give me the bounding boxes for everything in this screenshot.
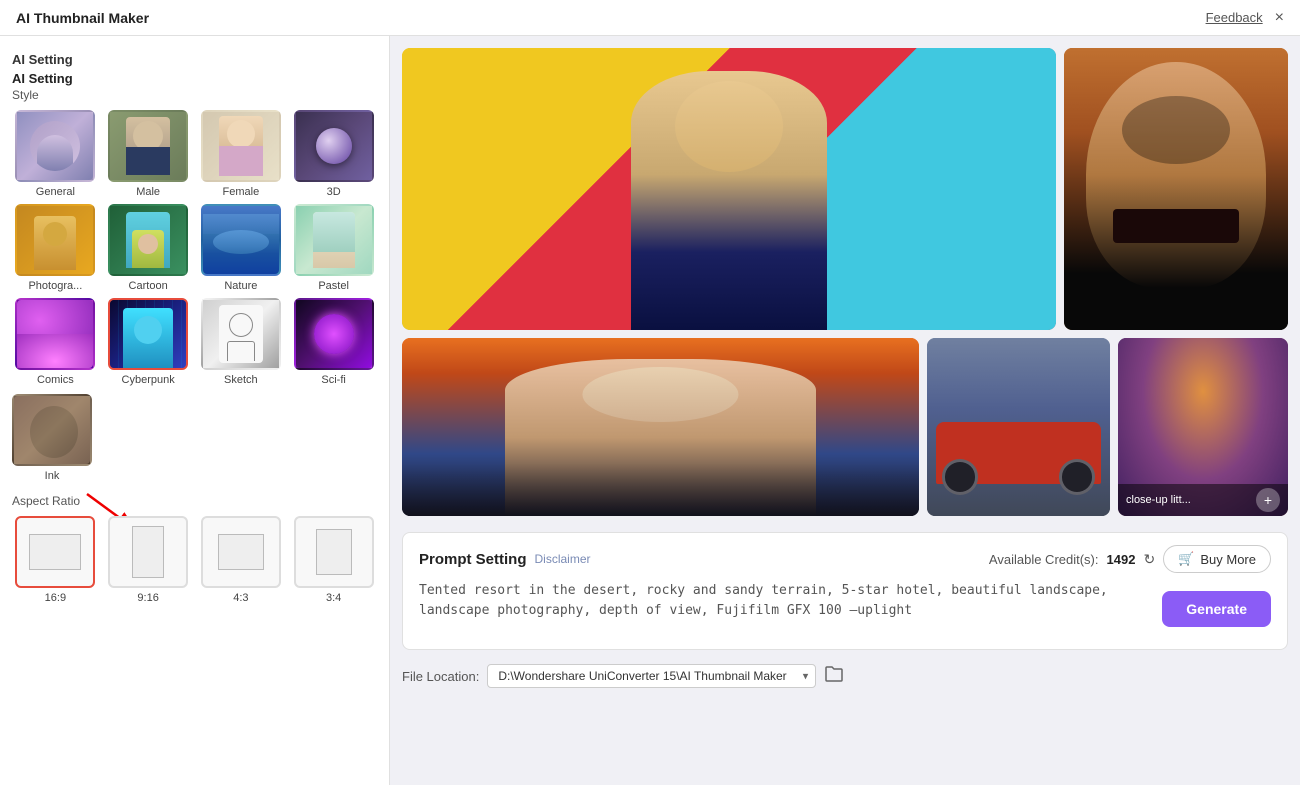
feedback-link[interactable]: Feedback: [1206, 10, 1263, 25]
style-item-general[interactable]: General: [12, 110, 99, 198]
style-label: Style: [12, 88, 377, 102]
aspect-item-9-16[interactable]: 9:16: [105, 516, 192, 604]
style-thumb-pastel: [294, 204, 374, 276]
style-item-ink[interactable]: Ink: [12, 394, 92, 482]
style-thumb-comics: [15, 298, 95, 370]
style-thumb-ink: [12, 394, 92, 466]
gallery-bottom-anime: close-up litt... +: [1118, 338, 1288, 516]
right-panel: close-up litt... + Prompt Setting Discla…: [390, 36, 1300, 785]
open-folder-button[interactable]: [824, 665, 844, 688]
style-item-male[interactable]: Male: [105, 110, 192, 198]
buy-more-button[interactable]: 🛒 Buy More: [1163, 545, 1271, 573]
prompt-section: Prompt Setting Disclaimer Available Cred…: [402, 532, 1288, 650]
style-item-scifi[interactable]: Sci-fi: [290, 298, 377, 386]
style-label-nature: Nature: [224, 280, 257, 292]
file-path-select[interactable]: D:\Wondershare UniConverter 15\AI Thumbn…: [487, 664, 816, 688]
close-button[interactable]: ×: [1275, 9, 1284, 27]
credits-value: 1492: [1107, 552, 1136, 567]
aspect-grid: 16:9 9:16 4:3: [12, 516, 377, 604]
aspect-inner-16-9: [29, 534, 81, 570]
style-label-female: Female: [223, 186, 260, 198]
anime-overlay-text: close-up litt...: [1126, 494, 1191, 506]
style-thumb-scifi: [294, 298, 374, 370]
gallery-bottom-girl: [402, 338, 919, 516]
aspect-ratio-section: Aspect Ratio 16:9: [12, 494, 377, 604]
style-label-scifi: Sci-fi: [321, 374, 345, 386]
title-bar-actions: Feedback ×: [1206, 9, 1284, 27]
style-label-cartoon: Cartoon: [129, 280, 168, 292]
left-panel: AI Setting AI Setting Style General: [0, 36, 390, 785]
disclaimer-link[interactable]: Disclaimer: [535, 552, 591, 566]
style-item-pastel[interactable]: Pastel: [290, 204, 377, 292]
style-thumb-sketch: [201, 298, 281, 370]
aspect-thumb-4-3: [201, 516, 281, 588]
style-thumb-cyberpunk: [108, 298, 188, 370]
aspect-label-9-16: 9:16: [137, 592, 158, 604]
prompt-input-row: Tented resort in the desert, rocky and s…: [419, 581, 1271, 637]
style-label-male: Male: [136, 186, 160, 198]
file-location-label: File Location:: [402, 669, 479, 684]
style-thumb-general: [15, 110, 95, 182]
gallery-bottom-car: [927, 338, 1110, 516]
gallery-bottom-anime-overlay: close-up litt... +: [1118, 484, 1288, 516]
aspect-inner-4-3: [218, 534, 264, 570]
style-item-photography[interactable]: Photogra...: [12, 204, 99, 292]
style-label-comics: Comics: [37, 374, 74, 386]
folder-icon: [824, 665, 844, 683]
ink-row: Ink: [12, 394, 377, 482]
style-label-sketch: Sketch: [224, 374, 258, 386]
credits-row: Available Credit(s): 1492 ↻ 🛒 Buy More: [989, 545, 1271, 573]
generate-button[interactable]: Generate: [1162, 591, 1271, 627]
style-label-general: General: [36, 186, 75, 198]
prompt-header: Prompt Setting Disclaimer Available Cred…: [419, 545, 1271, 573]
prompt-textarea[interactable]: Tented resort in the desert, rocky and s…: [419, 581, 1150, 637]
style-thumb-male: [108, 110, 188, 182]
aspect-item-16-9[interactable]: 16:9: [12, 516, 99, 604]
style-item-cyberpunk[interactable]: Cyberpunk: [105, 298, 192, 386]
aspect-label-4-3: 4:3: [233, 592, 248, 604]
file-path-wrapper: D:\Wondershare UniConverter 15\AI Thumbn…: [487, 664, 816, 688]
style-thumb-nature: [201, 204, 281, 276]
style-label-cyberpunk: Cyberpunk: [122, 374, 175, 386]
main-container: AI Setting AI Setting Style General: [0, 36, 1300, 785]
style-item-female[interactable]: Female: [198, 110, 285, 198]
style-label-ink: Ink: [45, 470, 60, 482]
aspect-thumb-16-9: [15, 516, 95, 588]
file-location-bar: File Location: D:\Wondershare UniConvert…: [402, 658, 1288, 694]
aspect-inner-3-4: [316, 529, 352, 575]
style-thumb-3d: [294, 110, 374, 182]
aspect-thumb-3-4: [294, 516, 374, 588]
title-bar: AI Thumbnail Maker Feedback ×: [0, 0, 1300, 36]
style-item-cartoon[interactable]: Cartoon: [105, 204, 192, 292]
aspect-thumb-9-16: [108, 516, 188, 588]
ai-setting-title: AI Setting: [12, 71, 377, 86]
style-thumb-photography: [15, 204, 95, 276]
aspect-label-16-9: 16:9: [45, 592, 66, 604]
refresh-icon[interactable]: ↻: [1143, 551, 1155, 568]
app-title: AI Thumbnail Maker: [16, 10, 149, 26]
style-item-comics[interactable]: Comics: [12, 298, 99, 386]
style-label-pastel: Pastel: [318, 280, 349, 292]
gallery-side-image: [1064, 48, 1288, 330]
buy-more-label: Buy More: [1200, 552, 1256, 567]
credits-label: Available Credit(s):: [989, 552, 1099, 567]
style-label-photography: Photogra...: [28, 280, 82, 292]
style-thumb-cartoon: [108, 204, 188, 276]
aspect-item-3-4[interactable]: 3:4: [290, 516, 377, 604]
aspect-ratio-label: Aspect Ratio: [12, 494, 80, 508]
gallery-add-button[interactable]: +: [1256, 488, 1280, 512]
style-thumb-female: [201, 110, 281, 182]
style-item-3d[interactable]: 3D: [290, 110, 377, 198]
gallery-main-image: [402, 48, 1056, 330]
aspect-label-3-4: 3:4: [326, 592, 341, 604]
aspect-item-4-3[interactable]: 4:3: [198, 516, 285, 604]
style-grid: General Male: [12, 110, 377, 386]
style-item-sketch[interactable]: Sketch: [198, 298, 285, 386]
aspect-inner-9-16: [132, 526, 164, 578]
style-item-nature[interactable]: Nature: [198, 204, 285, 292]
prompt-title: Prompt Setting: [419, 551, 527, 568]
buy-more-icon: 🛒: [1178, 551, 1194, 567]
style-label-3d: 3D: [327, 186, 341, 198]
ai-setting-label: AI Setting: [12, 52, 377, 67]
